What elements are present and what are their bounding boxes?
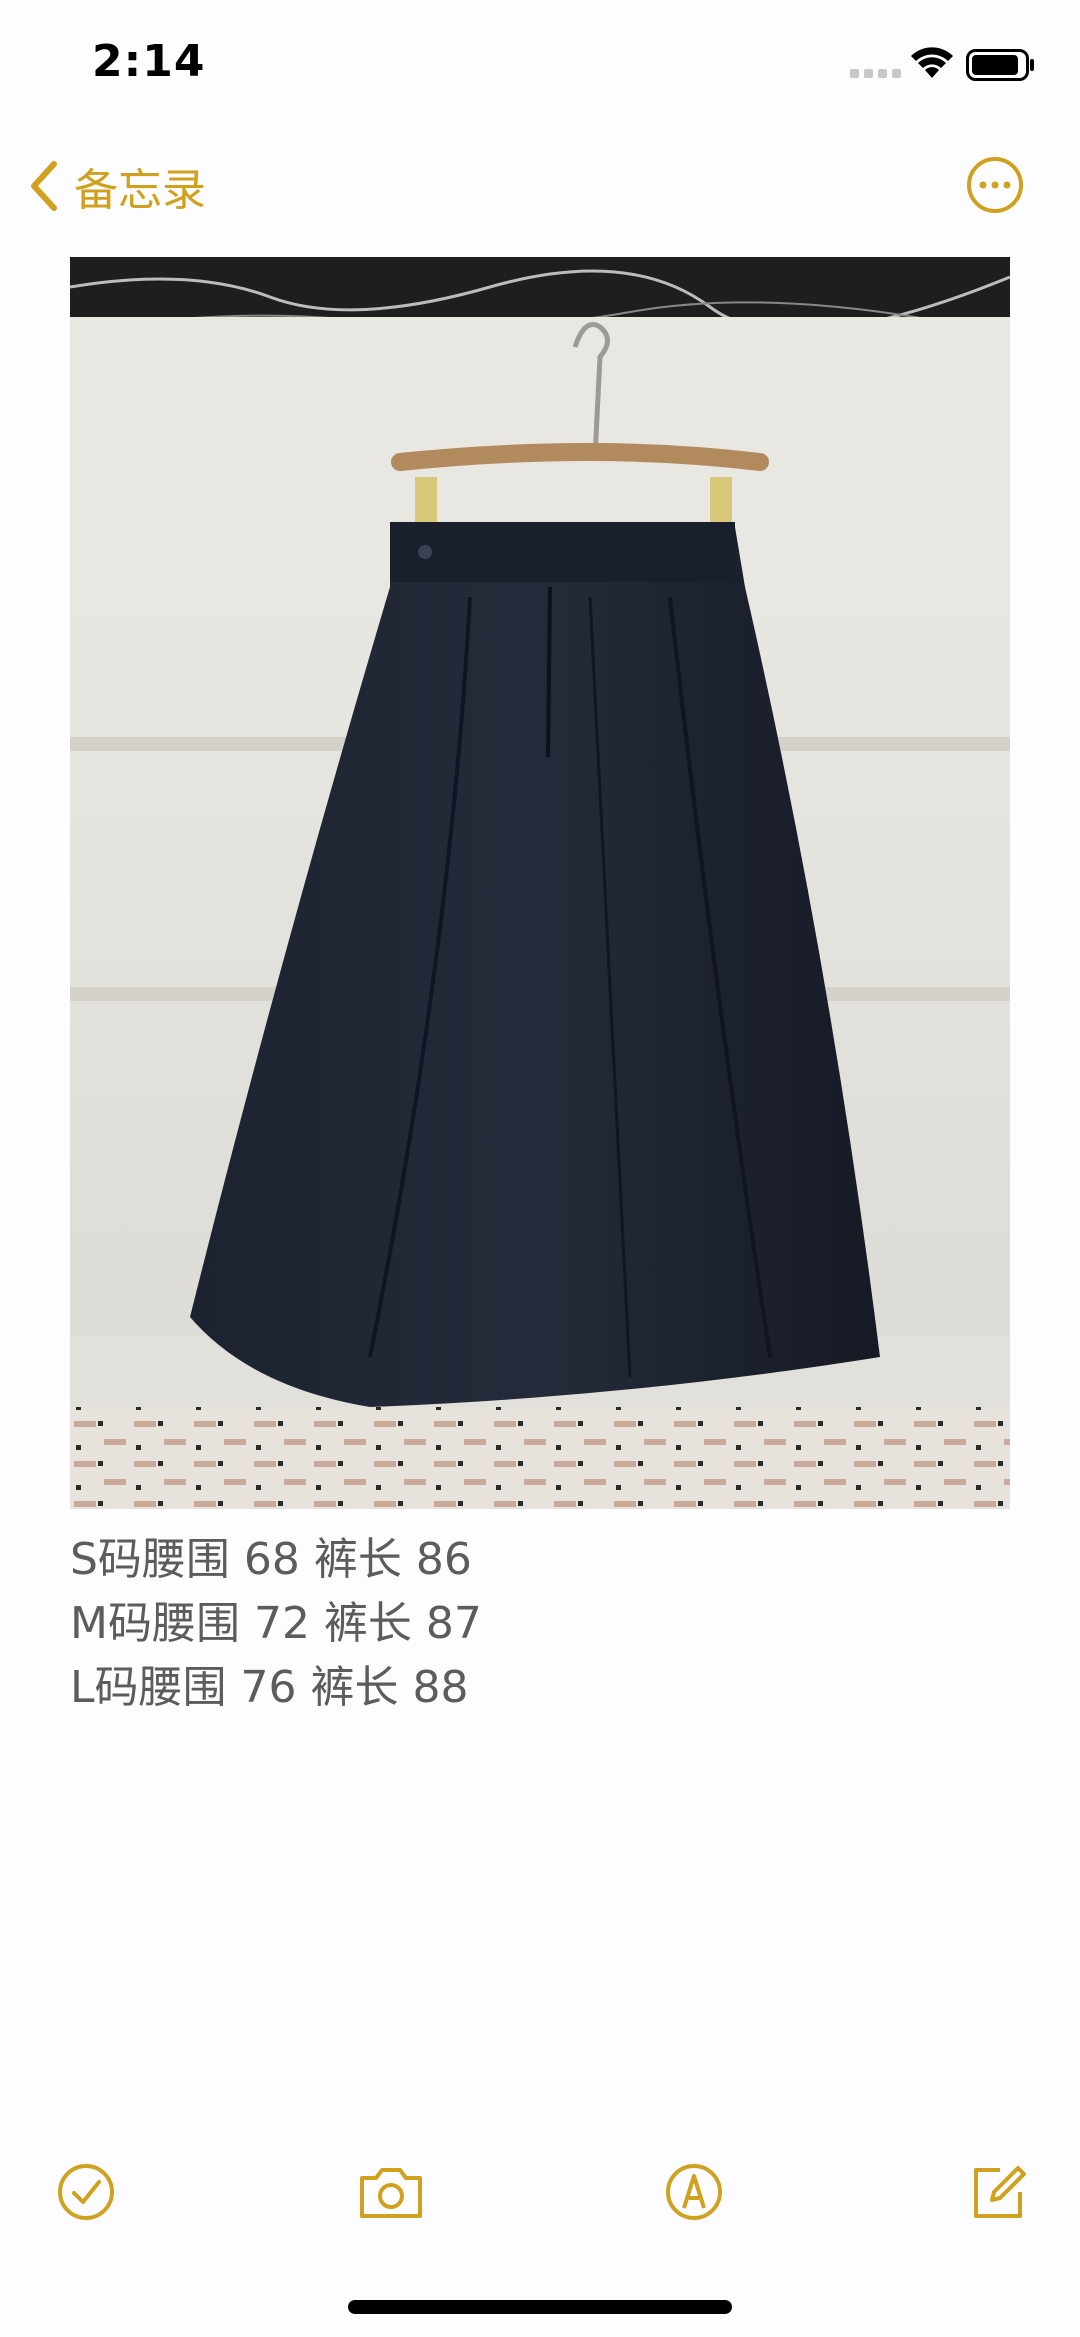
back-button[interactable]: 备忘录 (28, 154, 206, 218)
back-label: 备忘录 (74, 165, 206, 216)
signal-icon (850, 69, 901, 78)
skirt-photo (70, 257, 1010, 1509)
note-line: M码腰围 72 裤长 87 (70, 1598, 482, 1649)
more-ellipsis-icon[interactable] (966, 156, 1024, 214)
markup-icon[interactable] (662, 2160, 726, 2224)
note-line: S码腰围 68 裤长 86 (70, 1534, 472, 1585)
note-body[interactable]: S码腰围 68 裤长 86 M码腰围 72 裤长 87 L码腰围 76 裤长 8… (70, 1528, 1010, 1720)
status-time: 2:14 (92, 36, 206, 87)
navigation-bar: 备忘录 (0, 140, 1080, 230)
compose-icon[interactable] (966, 2160, 1030, 2224)
wifi-icon (911, 47, 953, 78)
status-bar: 2:14 (0, 0, 1080, 130)
battery-icon (966, 49, 1034, 81)
notes-screen: 2:14 备忘录 S码腰围 68 裤长 86 M码腰围 72 裤长 87 L码腰… (0, 0, 1080, 2337)
note-line: L码腰围 76 裤长 88 (70, 1662, 469, 1713)
chevron-left-icon (31, 161, 57, 211)
checklist-icon[interactable] (54, 2160, 118, 2224)
note-photo-attachment[interactable] (70, 257, 1010, 1509)
home-indicator[interactable] (348, 2300, 732, 2314)
camera-icon[interactable] (356, 2160, 426, 2224)
bottom-toolbar (0, 2150, 1080, 2230)
